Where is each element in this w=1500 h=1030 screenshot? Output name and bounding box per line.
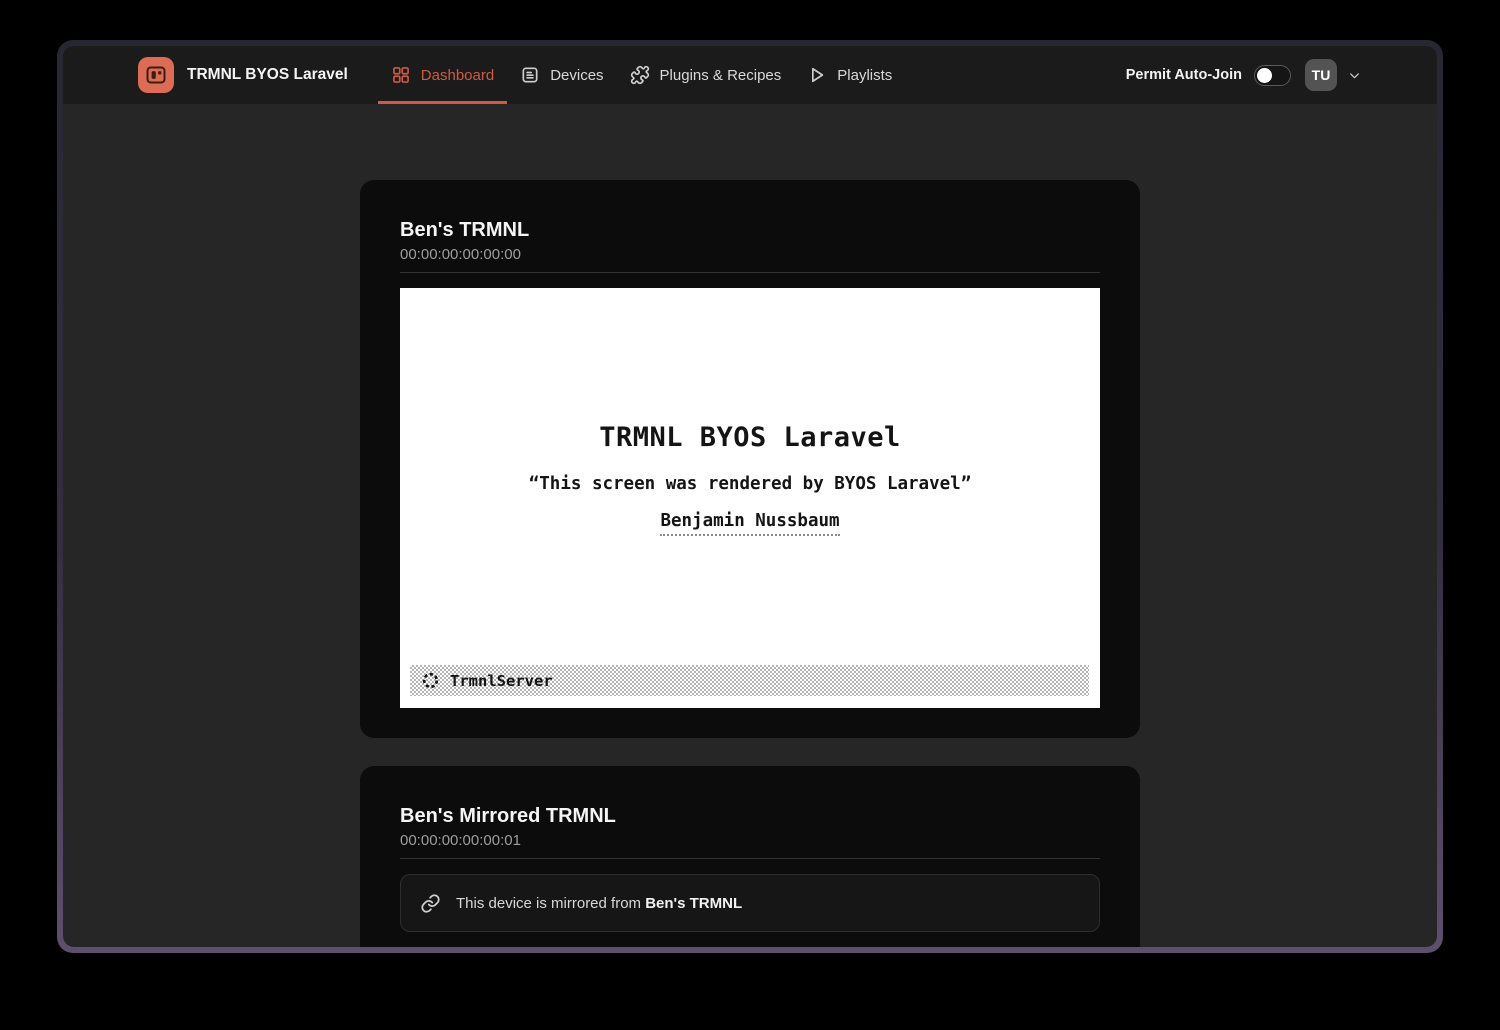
mirror-notice-text: This device is mirrored from Ben's TRMNL — [456, 895, 742, 912]
screen-author: Benjamin Nussbaum — [660, 511, 839, 536]
mirror-source-device: Ben's TRMNL — [645, 895, 742, 912]
nav-item-devices[interactable]: Devices — [507, 46, 616, 104]
nav-item-dashboard[interactable]: Dashboard — [378, 46, 507, 104]
screen-quote: “This screen was rendered by BYOS Larave… — [400, 474, 1100, 494]
mirror-notice: This device is mirrored from Ben's TRMNL — [400, 874, 1100, 932]
app-title[interactable]: TRMNL BYOS Laravel — [187, 66, 348, 84]
main-content: Ben's TRMNL 00:00:00:00:00:00 TRMNL BYOS… — [63, 104, 1437, 947]
play-icon — [807, 65, 827, 85]
permit-auto-join-toggle[interactable] — [1254, 65, 1291, 86]
nav-item-plugins-recipes[interactable]: Plugins & Recipes — [617, 46, 795, 104]
link-icon — [420, 893, 441, 914]
mirror-notice-prefix: This device is mirrored from — [456, 895, 641, 912]
device-mac-address: 00:00:00:00:00:00 — [400, 244, 1100, 266]
card-divider — [400, 272, 1100, 273]
nav-label: Playlists — [837, 67, 892, 84]
navbar-inner: TRMNL BYOS Laravel Dashboard — [130, 46, 1370, 104]
trmnl-device-icon — [144, 63, 168, 87]
toggle-knob — [1257, 68, 1272, 83]
device-card-bens-trmnl: Ben's TRMNL 00:00:00:00:00:00 TRMNL BYOS… — [360, 180, 1140, 738]
nav-label: Dashboard — [421, 67, 494, 84]
screen-title: TRMNL BYOS Laravel — [400, 288, 1100, 453]
device-mac-address: 00:00:00:00:00:01 — [400, 830, 1100, 852]
nav-label: Plugins & Recipes — [660, 67, 782, 84]
device-name: Ben's TRMNL — [400, 216, 1100, 244]
app-window-frame: TRMNL BYOS Laravel Dashboard — [57, 40, 1443, 953]
grid-icon — [391, 65, 411, 85]
device-screen-preview: TRMNL BYOS Laravel “This screen was rend… — [400, 288, 1100, 708]
app-logo[interactable] — [138, 57, 174, 93]
screen-status-bar: TrmnlServer — [410, 665, 1089, 696]
nav-item-playlists[interactable]: Playlists — [794, 46, 905, 104]
main-nav: Dashboard Devices — [378, 46, 906, 104]
user-avatar[interactable]: TU — [1305, 59, 1337, 91]
dashboard-container: Ben's TRMNL 00:00:00:00:00:00 TRMNL BYOS… — [360, 180, 1140, 947]
card-divider — [400, 858, 1100, 859]
device-list-icon — [520, 65, 540, 85]
device-card-bens-mirrored-trmnl: Ben's Mirrored TRMNL 00:00:00:00:00:01 T… — [360, 766, 1140, 947]
top-navbar: TRMNL BYOS Laravel Dashboard — [63, 46, 1437, 104]
app-window: TRMNL BYOS Laravel Dashboard — [63, 46, 1437, 947]
spinner-icon — [421, 671, 440, 690]
user-menu-button[interactable] — [1347, 68, 1362, 83]
puzzle-icon — [630, 65, 650, 85]
device-name: Ben's Mirrored TRMNL — [400, 802, 1100, 830]
chevron-down-icon — [1347, 68, 1362, 83]
permit-auto-join-label: Permit Auto-Join — [1126, 67, 1242, 83]
nav-label: Devices — [550, 67, 603, 84]
screen-status-label: TrmnlServer — [450, 672, 553, 690]
